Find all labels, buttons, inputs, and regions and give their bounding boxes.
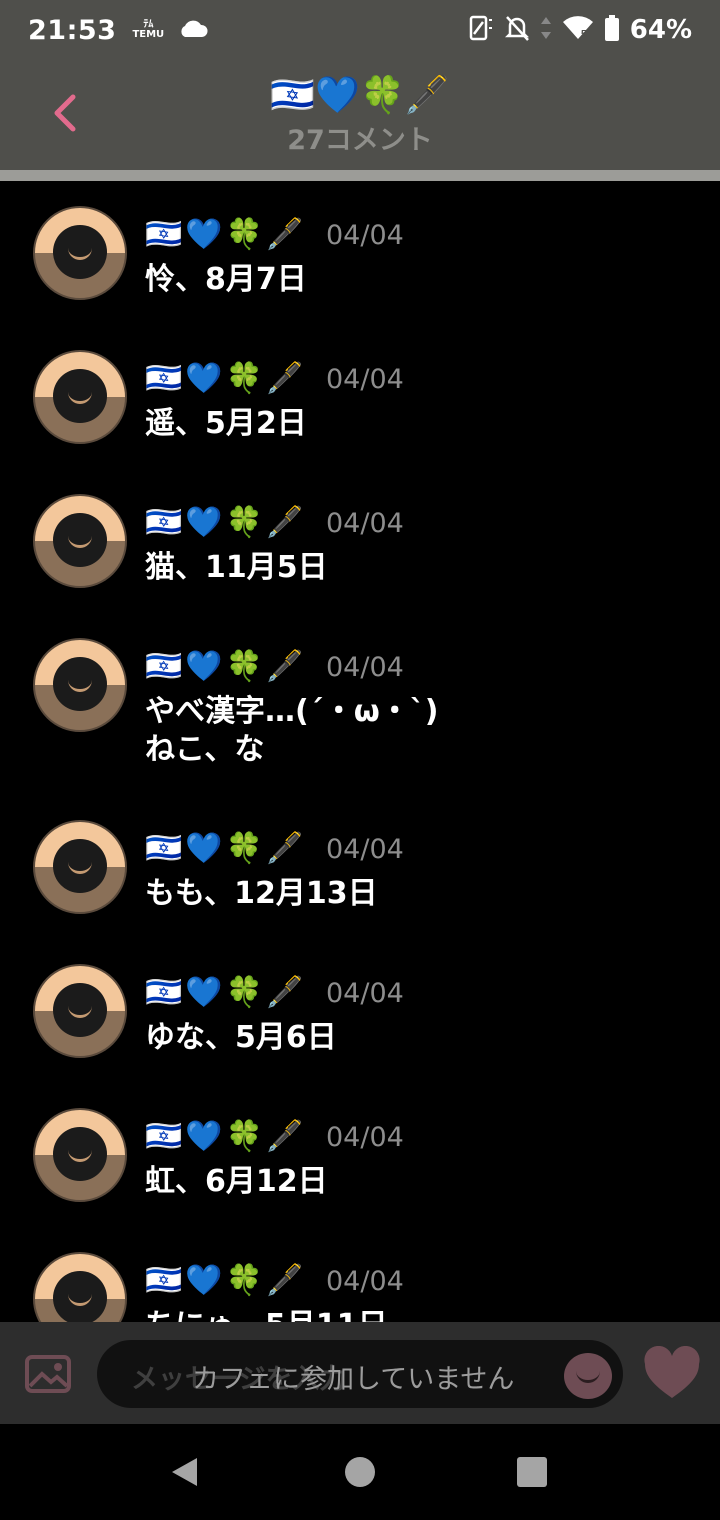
rotate-icon	[468, 14, 494, 46]
data-arrows-icon	[540, 15, 552, 45]
status-time: 21:53	[28, 14, 117, 46]
temu-label-bottom: TEMU	[132, 29, 165, 40]
nav-recents-button[interactable]	[517, 1457, 547, 1487]
comment-count: 27コメント	[287, 125, 433, 156]
page-title: 🇮🇱💙🍀🖋️	[270, 75, 450, 116]
comment-date: 04/04	[326, 220, 404, 251]
temu-notification-icon: ﾃﾑ TEMU	[132, 20, 164, 40]
avatar[interactable]	[33, 494, 127, 588]
comment-date: 04/04	[326, 834, 404, 865]
avatar[interactable]	[33, 1252, 127, 1322]
comment-list[interactable]: 🇮🇱💙🍀🖋️ 04/04 怜、8月7日 🇮🇱💙🍀🖋️ 04/04 遥、5月2日 …	[0, 181, 720, 1322]
avatar[interactable]	[33, 206, 127, 300]
battery-icon	[604, 14, 620, 46]
header-divider	[0, 170, 720, 181]
comment-date: 04/04	[326, 978, 404, 1009]
comment-text: 遥、5月2日	[145, 406, 307, 441]
comment-text: 猫、11月5日	[145, 550, 328, 585]
heart-icon	[642, 1345, 702, 1406]
wifi-icon: 5	[562, 15, 594, 45]
comment-author[interactable]: 🇮🇱💙🍀🖋️	[145, 1263, 306, 1299]
status-bar: 21:53 ﾃﾑ TEMU 5 64%	[0, 0, 720, 60]
comment-text: もも、12月13日	[145, 876, 378, 911]
triangle-back-icon	[170, 1458, 198, 1492]
avatar[interactable]	[33, 350, 127, 444]
battery-percent: 64%	[629, 15, 692, 45]
comment-text: 怜、8月7日	[145, 262, 307, 297]
comment-date: 04/04	[326, 364, 404, 395]
comment-author[interactable]: 🇮🇱💙🍀🖋️	[145, 217, 306, 253]
comment-date: 04/04	[326, 1122, 404, 1153]
system-nav-bar	[0, 1424, 720, 1520]
comment-text: やべ漢字…(´・ω・`) ねこ、な	[145, 694, 439, 767]
avatar[interactable]	[33, 1108, 127, 1202]
comment-author[interactable]: 🇮🇱💙🍀🖋️	[145, 505, 306, 541]
comment-author[interactable]: 🇮🇱💙🍀🖋️	[145, 649, 306, 685]
comment-author[interactable]: 🇮🇱💙🍀🖋️	[145, 1119, 306, 1155]
comment-date: 04/04	[326, 508, 404, 539]
message-input[interactable]: メッセージを入力 カフェに参加していません	[97, 1340, 623, 1408]
comment-text: 虹、6月12日	[145, 1164, 328, 1199]
cloud-icon	[178, 18, 208, 42]
nav-back-button[interactable]	[170, 1456, 198, 1492]
comment-text: ちにゅ、5月11日	[145, 1307, 685, 1322]
comment-author[interactable]: 🇮🇱💙🍀🖋️	[145, 975, 306, 1011]
emoji-button[interactable]	[564, 1353, 612, 1399]
not-joined-notice: カフェに参加していません	[192, 1364, 515, 1395]
comment-date: 04/04	[326, 1266, 404, 1297]
comment-date: 04/04	[326, 652, 404, 683]
smiley-icon	[576, 1371, 600, 1383]
image-attach-button[interactable]	[24, 1354, 72, 1394]
avatar[interactable]	[33, 820, 127, 914]
avatar[interactable]	[33, 638, 127, 732]
nav-home-button[interactable]	[345, 1457, 375, 1487]
avatar[interactable]	[33, 964, 127, 1058]
mute-bell-icon	[504, 14, 530, 46]
like-button[interactable]	[642, 1345, 702, 1402]
header: 🇮🇱💙🍀🖋️ 27コメント	[0, 60, 720, 170]
svg-text:5: 5	[581, 29, 587, 40]
message-input-bar: メッセージを入力 カフェに参加していません	[0, 1322, 720, 1424]
image-icon	[24, 1355, 72, 1398]
comment-author[interactable]: 🇮🇱💙🍀🖋️	[145, 831, 306, 867]
comment-text: ゆな、5月6日	[145, 1020, 337, 1055]
comment-author[interactable]: 🇮🇱💙🍀🖋️	[145, 361, 306, 397]
